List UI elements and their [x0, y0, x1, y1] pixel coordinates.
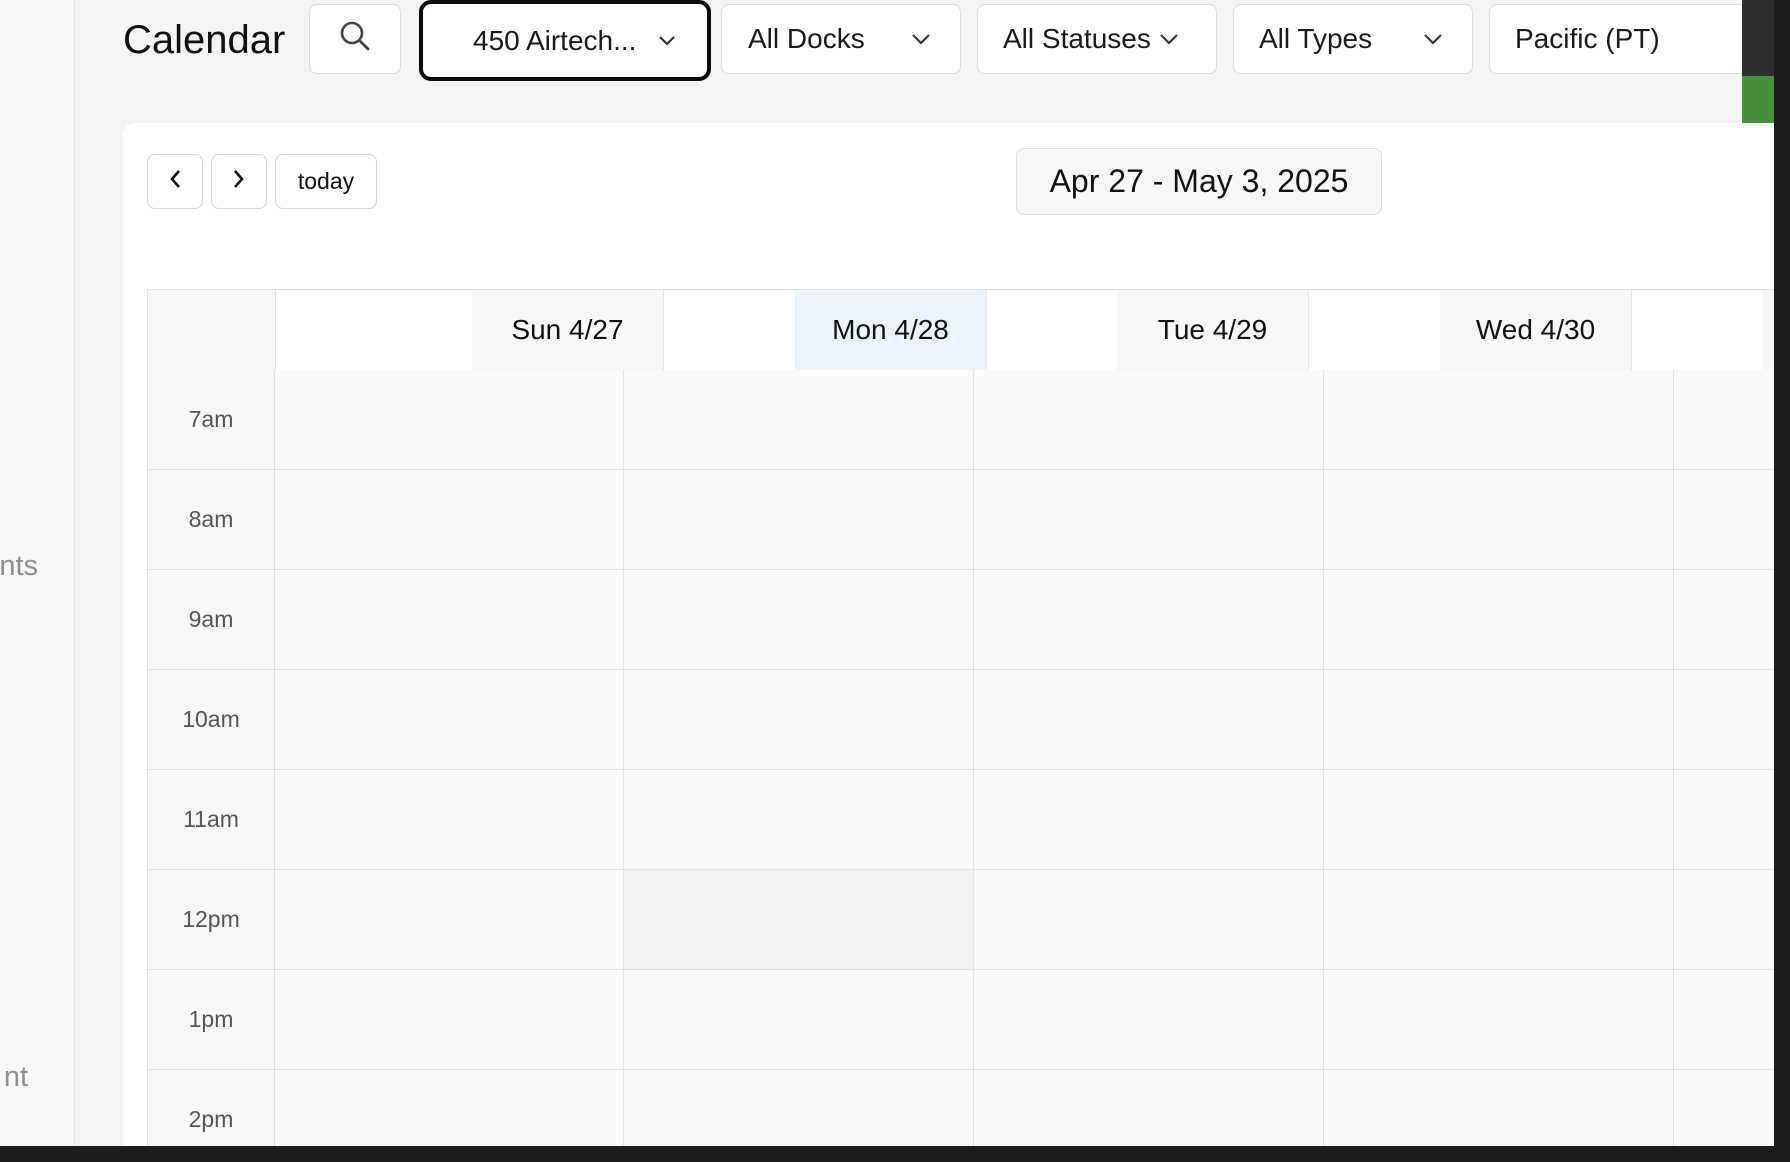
time-slot[interactable] [974, 370, 1324, 470]
day-header-wed[interactable]: Wed 4/30 [1440, 290, 1632, 370]
time-slot[interactable] [624, 670, 974, 770]
time-slot[interactable] [1674, 1070, 1774, 1146]
chevron-right-icon [232, 168, 246, 196]
time-slot[interactable] [275, 670, 624, 770]
time-slot[interactable] [974, 770, 1324, 870]
time-slot[interactable] [1324, 770, 1674, 870]
time-slot[interactable] [624, 470, 974, 570]
time-slot[interactable] [1324, 970, 1674, 1070]
statuses-select[interactable]: All Statuses [977, 4, 1217, 74]
location-select-value: 450 Airtech... [473, 24, 637, 56]
time-slot[interactable] [974, 470, 1324, 570]
time-slot[interactable] [275, 970, 624, 1070]
app-window: nts nt Calendar 450 Airtech... All Docks… [0, 0, 1774, 1146]
time-slot[interactable] [275, 870, 624, 970]
day-header-sun[interactable]: Sun 4/27 [472, 290, 664, 370]
sidebar-item-label[interactable]: nt [4, 1061, 28, 1094]
location-select[interactable]: 450 Airtech... [419, 0, 711, 81]
sidebar: nts nt [0, 0, 75, 1146]
time-slot[interactable] [275, 370, 624, 470]
time-slot[interactable] [275, 470, 624, 570]
time-label: 12pm [148, 870, 275, 970]
time-slot[interactable] [1324, 670, 1674, 770]
next-week-button[interactable] [211, 154, 267, 209]
today-button[interactable]: today [275, 154, 377, 209]
chevron-down-icon [1158, 32, 1180, 46]
time-slot[interactable] [275, 770, 624, 870]
time-label: 10am [148, 670, 275, 770]
time-label: 11am [148, 770, 275, 870]
docks-select[interactable]: All Docks [721, 4, 961, 74]
time-slot[interactable] [974, 970, 1324, 1070]
day-header-thu[interactable] [1762, 290, 1774, 370]
time-slot[interactable] [974, 570, 1324, 670]
timezone-select[interactable]: Pacific (PT) [1489, 4, 1774, 74]
time-label: 9am [148, 570, 275, 670]
time-slot[interactable] [1674, 570, 1774, 670]
time-slot[interactable] [624, 370, 974, 470]
time-label: 1pm [148, 970, 275, 1070]
time-slot[interactable] [624, 1070, 974, 1146]
day-header-tue[interactable]: Tue 4/29 [1117, 290, 1309, 370]
sidebar-item-label[interactable]: nts [0, 550, 38, 583]
statuses-select-value: All Statuses [1003, 23, 1151, 54]
time-slot[interactable] [1674, 470, 1774, 570]
time-slot[interactable] [1674, 670, 1774, 770]
time-label: 7am [148, 370, 275, 470]
time-slot[interactable] [624, 570, 974, 670]
time-slot[interactable] [1674, 770, 1774, 870]
time-slot[interactable] [275, 1070, 624, 1146]
time-slot[interactable] [1324, 370, 1674, 470]
time-slot[interactable] [1674, 370, 1774, 470]
time-slot[interactable] [1324, 870, 1674, 970]
timezone-select-value: Pacific (PT) [1515, 23, 1660, 54]
chevron-down-icon [1422, 32, 1444, 46]
calendar-card: today Apr 27 - May 3, 2025 Sun 4/27 Mon … [123, 123, 1774, 1146]
time-slot[interactable] [624, 870, 974, 970]
search-icon [339, 20, 371, 59]
scroll-edge [1742, 0, 1774, 76]
time-slot[interactable] [974, 1070, 1324, 1146]
chevron-down-icon [657, 34, 677, 48]
time-slot[interactable] [1324, 570, 1674, 670]
time-label: 2pm [148, 1070, 275, 1146]
types-select-value: All Types [1259, 23, 1373, 54]
date-range-label: Apr 27 - May 3, 2025 [1016, 148, 1382, 215]
time-slot[interactable] [1324, 1070, 1674, 1146]
time-slot[interactable] [1674, 870, 1774, 970]
grid-corner [148, 290, 276, 370]
time-slot[interactable] [1674, 970, 1774, 1070]
search-button[interactable] [309, 4, 401, 74]
docks-select-value: All Docks [748, 23, 865, 54]
day-header-mon[interactable]: Mon 4/28 [795, 290, 987, 370]
time-label: 8am [148, 470, 275, 570]
chevron-down-icon [910, 32, 932, 46]
time-slot[interactable] [275, 570, 624, 670]
week-grid: Sun 4/27 Mon 4/28 Tue 4/29 Wed 4/30 7am 8… [147, 289, 1774, 1146]
time-slot[interactable] [624, 770, 974, 870]
page-title: Calendar [123, 18, 286, 62]
prev-week-button[interactable] [147, 154, 203, 209]
time-slot[interactable] [974, 870, 1324, 970]
types-select[interactable]: All Types [1233, 4, 1473, 74]
time-slot[interactable] [624, 970, 974, 1070]
time-slot[interactable] [974, 670, 1324, 770]
time-slot[interactable] [1324, 470, 1674, 570]
chevron-left-icon [168, 168, 182, 196]
